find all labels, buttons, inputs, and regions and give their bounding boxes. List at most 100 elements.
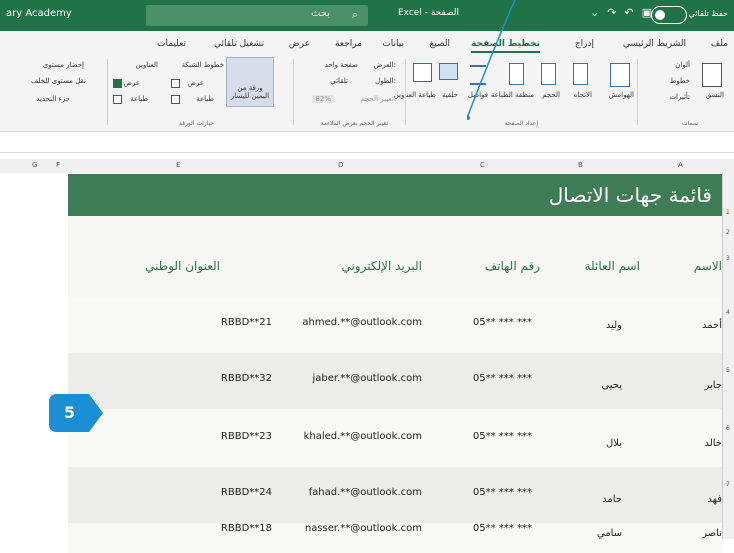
row-4[interactable]: 4 [726,309,730,316]
quick-access-toolbar[interactable]: ⌄↷↶▣ [590,6,660,19]
cell-name[interactable]: جابر [704,380,722,391]
orientation-icon[interactable] [573,63,588,85]
col-a[interactable]: A [678,161,683,169]
row-1[interactable]: 1 [726,209,730,216]
effects-button[interactable]: تأثيرات [669,93,690,101]
row-6[interactable]: 6 [726,425,730,432]
formula-bar[interactable] [0,132,734,153]
ribbon-separator [107,59,108,125]
gridlines-view-checkbox[interactable] [171,79,180,88]
header-email[interactable]: البريد الإلكتروني [341,259,422,273]
cell-family[interactable]: بلال [606,438,622,449]
tab-automate[interactable]: تشغيل تلقائي [214,39,264,49]
cell-phone[interactable]: 05** *** *** [473,317,532,328]
headings-view-checkbox[interactable] [113,79,122,88]
cell-phone[interactable]: 05** *** *** [473,373,532,384]
blank-columns [0,173,68,539]
gridlines-print-label: طباعة [196,95,214,103]
table-row: خالد بلال 05** *** *** khaled.**@outlook… [68,411,722,467]
height-select[interactable]: تلقائي [330,77,348,85]
scale-input[interactable]: 82% [312,95,334,103]
margins-button[interactable]: الهوامش [608,91,634,99]
search-box[interactable]: بحث ⌕ [146,5,368,26]
header-national-address[interactable]: العنوان الوطني [145,259,220,273]
ribbon-separator [637,59,638,125]
cell-name[interactable]: ناصر [702,528,722,539]
gridlines-print-checkbox[interactable] [171,95,180,104]
sheet-title[interactable]: قائمة جهات الاتصال [549,183,712,207]
scale-label: تغيير الحجم: [360,95,396,103]
sheet-options-group-label: خيارات الورقة [178,120,214,127]
header-name[interactable]: الاسم [694,259,722,273]
tab-help[interactable]: تعليمات [157,39,186,49]
row-2[interactable]: 2 [726,229,730,236]
orientation-button[interactable]: الاتجاه [574,91,592,99]
bring-forward-button[interactable]: إحضار مستوى [43,61,84,69]
cell-national[interactable]: RBBD**24 [221,487,272,498]
cell-email[interactable]: jaber.**@outlook.com [313,373,423,384]
tab-review[interactable]: مراجعة [335,39,362,49]
cell-email[interactable]: ahmed.**@outlook.com [302,317,422,328]
size-button[interactable]: الحجم [542,91,560,99]
worksheet[interactable]: قائمة جهات الاتصال الاسم اسم العائلة رقم… [0,173,722,553]
cell-phone[interactable]: 05** *** *** [473,523,532,534]
title-band: قائمة جهات الاتصال [68,174,722,216]
tab-home[interactable]: الشريط الرئيسي [623,39,686,49]
col-e[interactable]: E [176,161,180,169]
tab-insert[interactable]: إدراج [575,39,594,49]
tab-file[interactable]: ملف [711,39,728,49]
size-icon[interactable] [541,63,556,85]
cell-national[interactable]: RBBD**18 [221,523,272,534]
print-titles-icon[interactable] [413,63,432,82]
col-c[interactable]: C [480,161,485,169]
cell-family[interactable]: يحيى [601,380,622,391]
cell-national[interactable]: RBBD**21 [221,317,272,328]
ribbon-tabs: ملف الشريط الرئيسي إدراج تخطيط الصفحة ال… [0,31,734,55]
send-backward-button[interactable]: نقل مستوى للخلف [31,77,86,85]
cell-national[interactable]: RBBD**23 [221,431,272,442]
row-3[interactable]: 3 [726,255,730,262]
gridlines-label: خطوط الشبكة [181,61,224,69]
themes-icon[interactable] [702,63,722,87]
autosave-toggle[interactable] [651,6,687,24]
title-bar: ary Academy بحث ⌕ Excel - الصفحة ⌄↷↶▣ حف… [0,0,734,31]
cell-email[interactable]: nasser.**@outlook.com [305,523,422,534]
column-headers: A B C D E F G [0,159,734,174]
margins-icon[interactable] [610,63,630,87]
cell-phone[interactable]: 05** *** *** [473,431,532,442]
cell-email[interactable]: khaled.**@outlook.com [304,431,422,442]
header-phone[interactable]: رقم الهاتف [485,259,540,273]
background-icon[interactable] [439,63,458,80]
headings-print-checkbox[interactable] [113,95,122,104]
headings-label: العناوين [135,61,158,69]
cell-national[interactable]: RBBD**32 [221,373,272,384]
col-f[interactable]: F [56,161,60,169]
col-b[interactable]: B [578,161,583,169]
cell-name[interactable]: خالد [704,438,722,449]
row-5[interactable]: 5 [726,367,730,374]
tab-view[interactable]: عرض [289,39,310,49]
cell-family[interactable]: حامد [602,494,622,505]
document-title: Excel - الصفحة [398,8,460,18]
cell-family[interactable]: سامي [597,528,622,539]
cell-family[interactable]: وليد [606,320,622,331]
width-select[interactable]: صفحة واحد [325,61,358,69]
cell-email[interactable]: fahad.**@outlook.com [309,487,422,498]
background-button[interactable]: خلفية [442,91,458,99]
table-row: فهد حامد 05** *** *** fahad.**@outlook.c… [68,467,722,523]
sheet-rtl-button[interactable]: ورقة من اليمين لليسار [226,57,274,107]
print-titles-button[interactable]: طباعة العناوين [394,91,436,99]
header-family[interactable]: اسم العائلة [585,259,640,273]
selection-pane-button[interactable]: جزء التحديد [36,95,70,103]
cell-phone[interactable]: 05** *** *** [473,487,532,498]
col-g[interactable]: G [32,161,37,169]
cell-name[interactable]: فهد [707,494,722,505]
cell-name[interactable]: أحمد [702,320,722,331]
colors-button[interactable]: ألوان [675,61,690,69]
tab-data[interactable]: بيانات [382,39,404,49]
col-d[interactable]: D [338,161,343,169]
tab-formulas[interactable]: الصيغ [429,39,450,49]
height-label: الطول: [375,77,396,85]
fonts-button[interactable]: خطوط [670,77,690,85]
row-7[interactable]: 7 [726,481,730,488]
